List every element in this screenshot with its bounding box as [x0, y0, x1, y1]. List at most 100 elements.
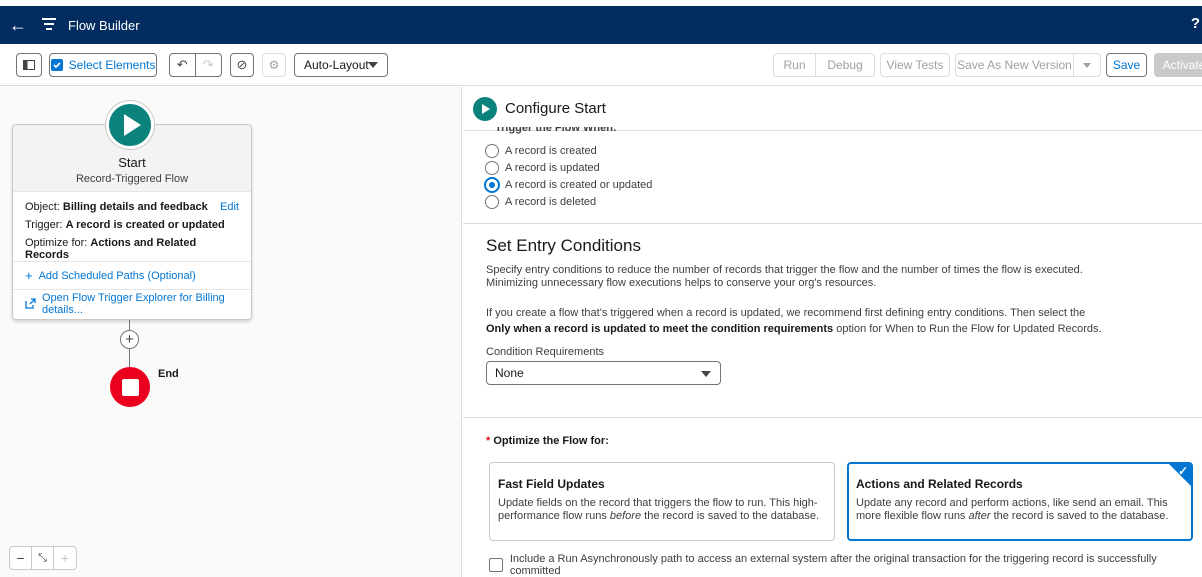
panel-title: Configure Start — [505, 100, 606, 117]
run-async-option[interactable]: Include a Run Asynchronously path to acc… — [489, 553, 1202, 577]
fast-field-updates-desc: Update fields on the record that trigger… — [498, 497, 826, 523]
radio-circle[interactable] — [485, 177, 499, 192]
entry-conditions-title: Set Entry Conditions — [486, 236, 641, 255]
chevron-down-icon — [368, 62, 378, 68]
fast-desc-pre: performance flow runs — [498, 510, 610, 522]
open-trigger-explorer-link[interactable]: Open Flow Trigger Explorer for Billing d… — [13, 290, 251, 318]
entry-desc-2-line-1: If you create a flow that's triggered wh… — [486, 307, 1086, 319]
save-button[interactable]: Save — [1106, 53, 1147, 77]
entry-desc-1-line-1: Specify entry conditions to reduce the n… — [486, 264, 1083, 276]
undo-icon[interactable]: ↶ — [170, 54, 196, 76]
save-as-group: Save As New Version — [955, 53, 1101, 77]
radio-label: A record is updated — [505, 161, 600, 174]
fast-field-updates-title: Fast Field Updates — [498, 477, 605, 491]
add-element-icon[interactable]: + — [120, 330, 139, 349]
fit-view-icon[interactable]: ⤡ — [32, 547, 54, 569]
panel-icon — [23, 60, 35, 70]
radio-label: A record is created or updated — [505, 178, 653, 191]
connector-line — [129, 349, 130, 367]
select-elements-button[interactable]: Select Elements — [49, 53, 157, 77]
radio-record-deleted[interactable]: A record is deleted — [485, 193, 652, 210]
zoom-in-icon[interactable]: + — [54, 547, 76, 569]
trigger-value: A record is created or updated — [65, 219, 225, 231]
layout-mode-select[interactable]: Auto-Layout — [294, 53, 388, 77]
open-trigger-explorer-label: Open Flow Trigger Explorer for Billing d… — [42, 292, 225, 316]
object-label: Object: — [25, 201, 60, 213]
start-element-card[interactable]: Start Record-Triggered Flow Object: Bill… — [12, 124, 252, 320]
radio-label: A record is deleted — [505, 195, 597, 208]
radio-record-created-or-updated[interactable]: A record is created or updated — [485, 176, 652, 193]
flow-canvas[interactable]: Start Record-Triggered Flow Object: Bill… — [0, 87, 462, 577]
edit-link[interactable]: Edit — [220, 201, 239, 213]
back-arrow-icon[interactable]: ← — [0, 15, 36, 36]
chevron-down-icon — [701, 371, 711, 377]
optimize-label: Optimize for: — [25, 237, 88, 249]
add-scheduled-paths-link[interactable]: + Add Scheduled Paths (Optional) — [13, 262, 251, 290]
configure-start-panel: Configure Start Trigger the Flow When: A… — [463, 87, 1202, 577]
activate-button[interactable]: Activate — [1154, 53, 1202, 77]
actions-related-records-tile[interactable]: ✓ Actions and Related Records Update any… — [847, 462, 1193, 541]
external-link-icon — [25, 297, 36, 312]
actions-related-records-desc: Update any record and perform actions, l… — [856, 497, 1184, 523]
divider — [463, 417, 1202, 418]
toolbar: Select Elements ↶ ↷ ⊘ ⚙ Auto-Layout Run … — [0, 44, 1202, 86]
settings-gear-icon[interactable]: ⚙ — [262, 53, 286, 77]
entry-desc-2-line-2: Only when a record is updated to meet th… — [486, 323, 1102, 336]
condition-requirements-value: None — [495, 366, 524, 380]
app-title: Flow Builder — [68, 17, 140, 33]
radio-label: A record is created — [505, 144, 597, 157]
run-async-checkbox[interactable] — [489, 558, 503, 572]
radio-circle[interactable] — [485, 143, 499, 158]
undo-redo-group: ↶ ↷ — [169, 53, 222, 77]
radio-circle[interactable] — [485, 160, 499, 175]
save-as-new-version-button[interactable]: Save As New Version — [956, 54, 1074, 76]
save-options-chevron-icon[interactable] — [1074, 54, 1100, 76]
object-value: Billing details and feedback — [62, 201, 208, 213]
run-button[interactable]: Run — [774, 54, 816, 76]
start-play-icon[interactable] — [106, 101, 154, 149]
entry-desc-1: Specify entry conditions to reduce the n… — [486, 264, 1083, 290]
fast-desc-post: the record is saved to the database. — [641, 510, 820, 522]
view-tests-button[interactable]: View Tests — [881, 54, 949, 76]
optimize-label-text: Optimize the Flow for: — [493, 435, 609, 447]
help-icon[interactable]: ? — [1191, 15, 1200, 32]
check-icon: ✓ — [1177, 464, 1188, 478]
radio-record-updated[interactable]: A record is updated — [485, 159, 652, 176]
app-header: ← Flow Builder ? — [0, 6, 1202, 44]
radio-circle[interactable] — [485, 194, 499, 209]
entry-desc-2-rest: option for When to Run the Flow for Upda… — [833, 323, 1102, 335]
entry-desc-2: If you create a flow that's triggered wh… — [486, 307, 1102, 336]
error-toggle-icon[interactable]: ⊘ — [230, 53, 254, 77]
fast-desc-em: before — [609, 510, 642, 522]
actions-desc-line-2: more flexible flow runs after the record… — [856, 510, 1184, 523]
zoom-out-icon[interactable]: − — [10, 547, 32, 569]
start-subtitle: Record-Triggered Flow — [75, 173, 189, 185]
select-icon — [50, 59, 63, 71]
condition-requirements-label: Condition Requirements — [486, 346, 605, 358]
trigger-heading: Trigger the Flow When: — [495, 127, 617, 134]
end-stop-icon[interactable] — [110, 367, 150, 407]
required-mark: * — [486, 435, 491, 447]
actions-desc-line-1: Update any record and perform actions, l… — [856, 497, 1168, 509]
run-debug-group: Run Debug — [773, 53, 875, 77]
start-title: Start — [118, 155, 146, 170]
redo-icon[interactable]: ↷ — [196, 54, 221, 76]
flow-logo-icon — [36, 17, 62, 34]
object-row: Object: Billing details and feedback Edi… — [25, 201, 239, 219]
optimize-row: Optimize for: Actions and Related Record… — [25, 237, 239, 261]
debug-button[interactable]: Debug — [816, 54, 874, 76]
fast-field-updates-tile[interactable]: Fast Field Updates Update fields on the … — [489, 462, 835, 541]
start-play-icon — [473, 96, 497, 121]
toggle-toolbox-button[interactable] — [16, 53, 42, 77]
radio-record-created[interactable]: A record is created — [485, 142, 652, 159]
view-tests-group: View Tests — [880, 53, 950, 77]
trigger-radio-group: A record is created A record is updated … — [485, 142, 652, 210]
actions-desc-em: after — [968, 510, 991, 522]
actions-related-records-title: Actions and Related Records — [856, 477, 1023, 491]
add-icon: + — [25, 268, 33, 283]
panel-header: Configure Start — [463, 87, 1202, 131]
end-label: End — [158, 368, 179, 380]
trigger-row: Trigger: A record is created or updated — [25, 219, 239, 237]
select-elements-label: Select Elements — [68, 58, 156, 72]
condition-requirements-select[interactable]: None — [486, 361, 721, 385]
